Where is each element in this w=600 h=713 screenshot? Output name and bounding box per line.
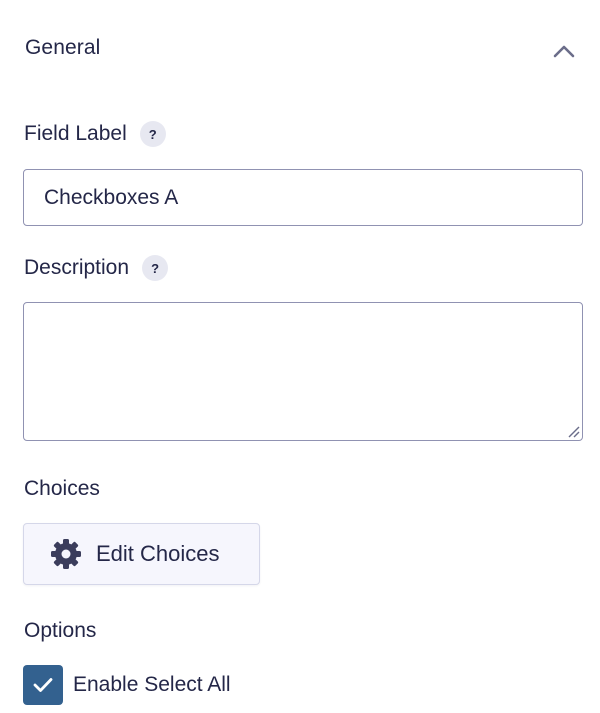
description-textarea[interactable] — [23, 302, 583, 441]
description-heading: Description — [24, 256, 130, 279]
field-label-heading: Field Label — [24, 122, 127, 145]
enable-select-all-option[interactable]: Enable Select All — [23, 665, 231, 705]
description-help-icon[interactable]: ? — [142, 255, 169, 281]
check-icon — [33, 678, 53, 692]
enable-select-all-label: Enable Select All — [73, 673, 231, 696]
enable-select-all-checkbox[interactable] — [23, 665, 63, 705]
chevron-up-icon[interactable] — [551, 42, 577, 60]
edit-choices-label: Edit Choices — [96, 541, 220, 566]
field-label-row: Field Label ? — [24, 121, 166, 147]
field-label-help-icon[interactable]: ? — [139, 121, 166, 147]
section-title: General — [25, 36, 101, 59]
options-heading: Options — [24, 619, 97, 642]
edit-choices-button[interactable]: Edit Choices — [23, 523, 260, 585]
gear-icon — [50, 538, 82, 570]
description-label-row: Description ? — [24, 255, 169, 281]
choices-heading: Choices — [24, 477, 100, 500]
field-settings-panel: General Field Label ? Description ? Choi… — [0, 0, 600, 713]
general-section-header[interactable]: General — [0, 0, 600, 100]
field-label-input[interactable] — [23, 169, 583, 226]
resize-grip-icon[interactable] — [566, 424, 580, 438]
